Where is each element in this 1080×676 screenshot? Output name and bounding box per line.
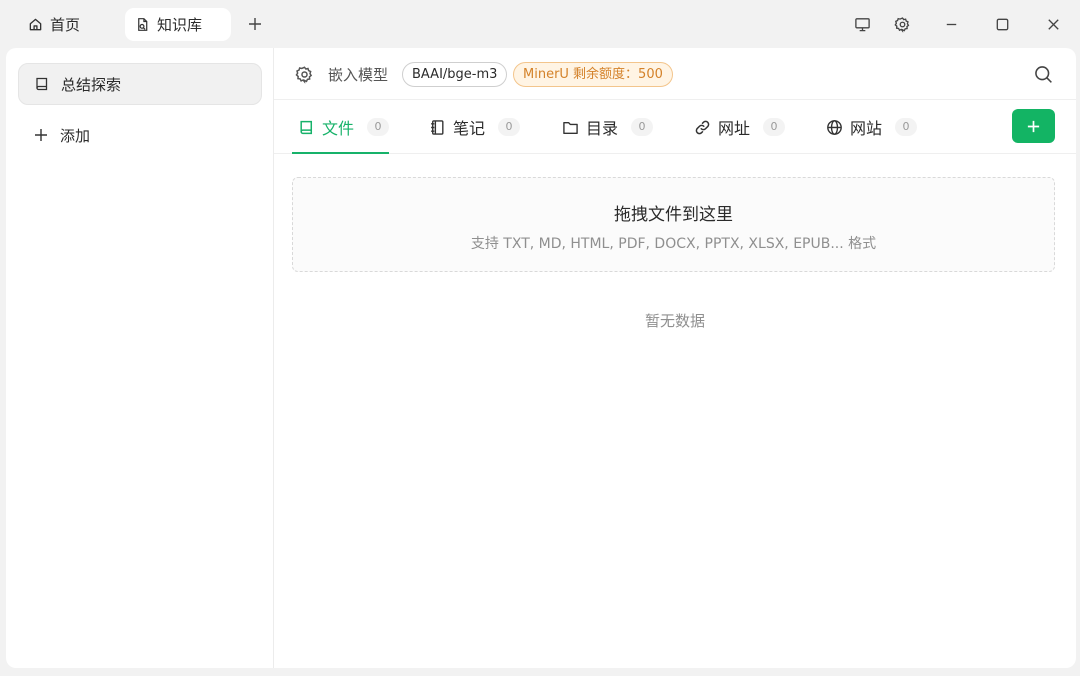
- search-button[interactable]: [1033, 64, 1054, 85]
- maximize-button[interactable]: [992, 14, 1012, 34]
- tab-files[interactable]: 文件 0: [298, 100, 390, 154]
- title-bar: 首页 知识库: [0, 0, 1080, 48]
- tab-home[interactable]: 首页: [18, 8, 90, 41]
- minimize-icon: [946, 23, 956, 25]
- embed-settings-icon[interactable]: [295, 65, 314, 84]
- close-icon: [1047, 18, 1059, 30]
- plus-icon: [249, 18, 261, 30]
- tab-website-count: 0: [895, 118, 918, 136]
- main-panel: 嵌入模型 BAAI/bge-m3 MinerU 剩余额度：500 文件 0 笔记…: [274, 48, 1076, 668]
- sidebar-add-label: 添加: [60, 126, 91, 145]
- close-button[interactable]: [1043, 14, 1063, 34]
- knowledge-doc-icon: [135, 17, 150, 32]
- tab-home-label: 首页: [50, 16, 81, 34]
- tab-directory[interactable]: 目录 0: [562, 100, 654, 154]
- tab-url[interactable]: 网址 0: [694, 100, 786, 154]
- globe-icon: [826, 119, 843, 136]
- tab-notes-label: 笔记: [453, 119, 486, 138]
- plus-icon: [33, 127, 49, 143]
- tab-files-label: 文件: [322, 119, 355, 138]
- drop-zone-subtitle: 支持 TXT, MD, HTML, PDF, DOCX, PPTX, XLSX,…: [470, 236, 877, 252]
- tab-directory-count: 0: [631, 118, 654, 136]
- search-icon: [1035, 66, 1052, 83]
- knowledge-topbar: 嵌入模型 BAAI/bge-m3 MinerU 剩余额度：500: [274, 48, 1076, 100]
- folder-icon: [562, 119, 579, 136]
- tab-directory-label: 目录: [586, 119, 619, 138]
- drop-zone-title: 拖拽文件到这里: [614, 205, 733, 225]
- active-tab-indicator: [292, 152, 389, 154]
- tab-website[interactable]: 网站 0: [826, 100, 918, 154]
- add-item-button[interactable]: [1012, 109, 1055, 143]
- sidebar: 总结探索 添加: [6, 48, 274, 668]
- settings-button[interactable]: [892, 14, 912, 34]
- tab-notes[interactable]: 笔记 0: [429, 100, 521, 154]
- mineru-quota-badge[interactable]: MinerU 剩余额度：500: [513, 62, 673, 87]
- tab-url-label: 网址: [718, 119, 751, 138]
- notebook-icon: [429, 119, 446, 136]
- book-icon: [34, 76, 50, 92]
- sidebar-item-summary-explore[interactable]: 总结探索: [18, 63, 262, 105]
- empty-state-text: 暂无数据: [644, 312, 705, 330]
- app-window: 总结探索 添加 嵌入模型 BAAI/bge-m3 MinerU 剩余额度：500: [6, 48, 1076, 668]
- monitor-button[interactable]: [852, 14, 872, 34]
- home-icon: [28, 17, 43, 32]
- tab-website-label: 网站: [850, 119, 883, 138]
- file-drop-zone[interactable]: 拖拽文件到这里 支持 TXT, MD, HTML, PDF, DOCX, PPT…: [292, 177, 1055, 272]
- sidebar-item-label: 总结探索: [61, 75, 122, 94]
- tab-knowledge-base-label: 知识库: [157, 16, 203, 34]
- tab-notes-count: 0: [498, 118, 521, 136]
- tab-files-count: 0: [367, 118, 390, 136]
- tab-url-count: 0: [763, 118, 786, 136]
- book-icon: [298, 119, 315, 136]
- monitor-icon: [854, 17, 870, 31]
- content-tabs: 文件 0 笔记 0 目录 0 网址 0 网站 0: [274, 100, 1076, 154]
- link-icon: [694, 119, 711, 136]
- tab-knowledge-base[interactable]: 知识库: [125, 8, 231, 41]
- embed-model-label: 嵌入模型: [328, 66, 389, 84]
- minimize-button[interactable]: [941, 14, 961, 34]
- sidebar-add-button[interactable]: 添加: [18, 114, 262, 156]
- gear-icon: [893, 16, 909, 33]
- new-tab-button[interactable]: [244, 13, 266, 35]
- maximize-icon: [996, 18, 1008, 30]
- embed-model-badge[interactable]: BAAI/bge-m3: [402, 62, 508, 87]
- plus-icon: [1027, 120, 1040, 132]
